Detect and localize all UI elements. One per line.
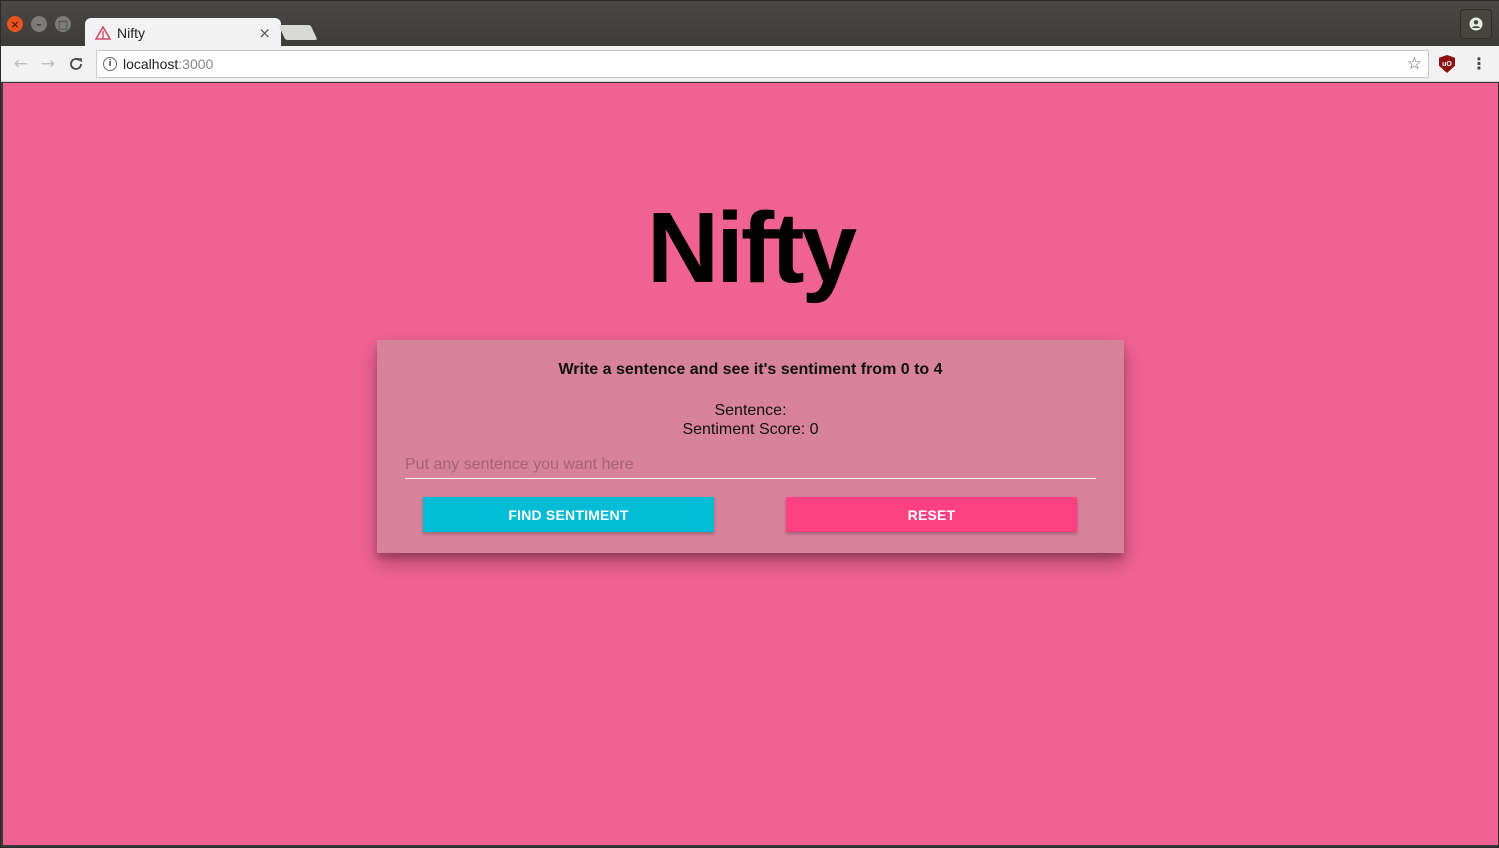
window-close-button[interactable]: × (7, 16, 23, 32)
window-controls: × – □ (7, 16, 71, 32)
ublock-shield-icon[interactable]: uO (1439, 55, 1455, 73)
new-tab-button[interactable] (278, 25, 318, 40)
kebab-menu-icon[interactable]: ⋮ (1471, 54, 1487, 73)
bookmark-star-icon[interactable]: ☆ (1407, 54, 1422, 74)
url-port: :3000 (178, 56, 214, 72)
sentiment-score: Sentiment Score: 0 (682, 421, 819, 438)
window-maximize-button[interactable]: □ (55, 16, 71, 32)
sentence-label: Sentence: (714, 402, 787, 419)
reset-button[interactable]: RESET (786, 497, 1077, 532)
url-host: localhost (123, 56, 179, 72)
app-title: Nifty (646, 192, 857, 304)
sentence-input[interactable] (405, 453, 1096, 477)
page-viewport: Nifty Write a sentence and see it's sent… (3, 83, 1498, 845)
info-icon[interactable]: i (103, 57, 117, 71)
card-heading: Write a sentence and see it's sentiment … (558, 361, 943, 378)
sentence-input-wrapper (405, 453, 1096, 479)
address-bar[interactable]: i localhost :3000 ☆ (96, 50, 1429, 78)
favicon-icon (94, 24, 112, 40)
browser-window: × – □ Nifty × ← → i localhost:3000 ☆ uO… (0, 0, 1499, 848)
forward-arrow-icon[interactable]: → (37, 53, 59, 75)
tab-close-icon[interactable]: × (258, 24, 271, 42)
profile-button[interactable] (1460, 9, 1492, 39)
tab-title: Nifty (117, 24, 145, 41)
profile-icon (1469, 17, 1483, 31)
browser-tab[interactable]: Nifty × (85, 18, 281, 47)
find-sentiment-button[interactable]: FIND SENTIMENT (423, 497, 714, 532)
reload-icon[interactable] (65, 53, 87, 75)
browser-toolbar: ← → i localhost :3000 ☆ uO ⋮ (1, 46, 1499, 82)
sentiment-card: Write a sentence and see it's sentiment … (377, 340, 1124, 553)
tab-strip: × – □ Nifty × (1, 1, 1499, 47)
back-arrow-icon[interactable]: ← (10, 53, 32, 75)
window-minimize-button[interactable]: – (31, 16, 47, 32)
